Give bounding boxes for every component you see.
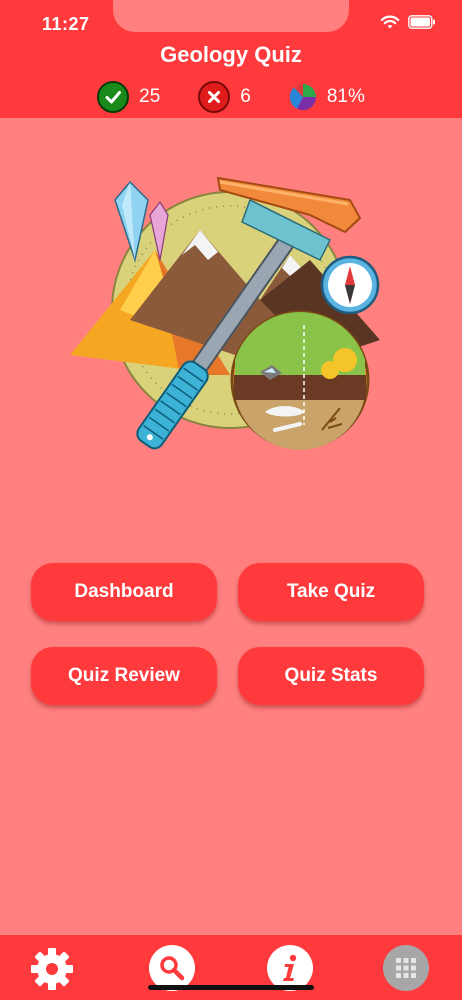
correct-stat: 25 xyxy=(97,81,160,113)
percent-stat: 81% xyxy=(289,83,365,111)
wrong-count: 6 xyxy=(240,86,251,107)
grid-icon[interactable] xyxy=(383,945,429,991)
battery-icon xyxy=(408,15,435,29)
pie-chart-icon xyxy=(289,83,316,111)
dashboard-button[interactable]: Dashboard xyxy=(31,563,217,621)
gear-icon[interactable] xyxy=(28,945,76,993)
device-notch xyxy=(113,0,349,32)
app-title: Geology Quiz xyxy=(160,42,302,67)
take-quiz-button[interactable]: Take Quiz xyxy=(238,563,424,621)
correct-count: 25 xyxy=(139,86,161,107)
cross-icon xyxy=(198,81,231,113)
app-screen: 11:27 Geology Quiz 25 6 81% Dashboard Ta… xyxy=(0,0,462,1000)
home-indicator[interactable] xyxy=(148,985,314,990)
percent-value: 81% xyxy=(326,86,365,107)
geology-illustration xyxy=(70,176,380,450)
quiz-stats-button[interactable]: Quiz Stats xyxy=(238,647,424,705)
status-icons xyxy=(380,14,436,30)
checkmark-icon xyxy=(97,81,130,113)
header-bar: 11:27 Geology Quiz 25 6 81% xyxy=(0,0,462,118)
status-time: 11:27 xyxy=(42,14,90,34)
wrong-stat: 6 xyxy=(198,81,251,113)
wifi-icon xyxy=(380,15,400,29)
quiz-review-button[interactable]: Quiz Review xyxy=(31,647,217,705)
score-stats: 25 6 81% xyxy=(0,81,462,113)
